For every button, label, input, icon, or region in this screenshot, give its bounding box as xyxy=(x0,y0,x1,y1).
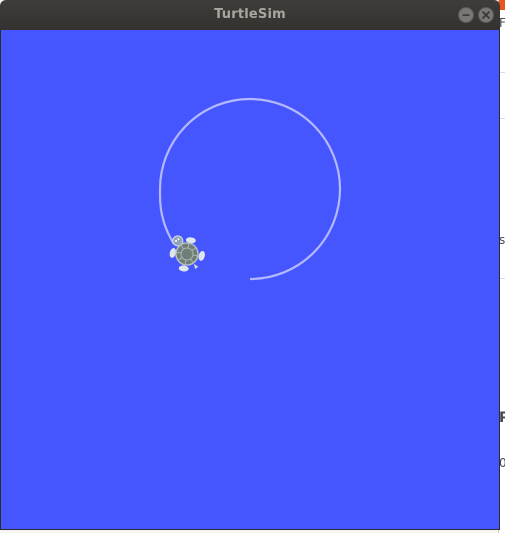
close-button[interactable] xyxy=(478,7,494,23)
close-icon xyxy=(482,11,490,19)
window-title: TurtleSim xyxy=(214,7,286,22)
turtle-drawing xyxy=(158,97,342,281)
minimize-icon xyxy=(462,14,470,16)
window-titlebar[interactable]: TurtleSim xyxy=(0,0,500,30)
turtle-canvas xyxy=(1,30,500,529)
minimize-button[interactable] xyxy=(458,7,474,23)
